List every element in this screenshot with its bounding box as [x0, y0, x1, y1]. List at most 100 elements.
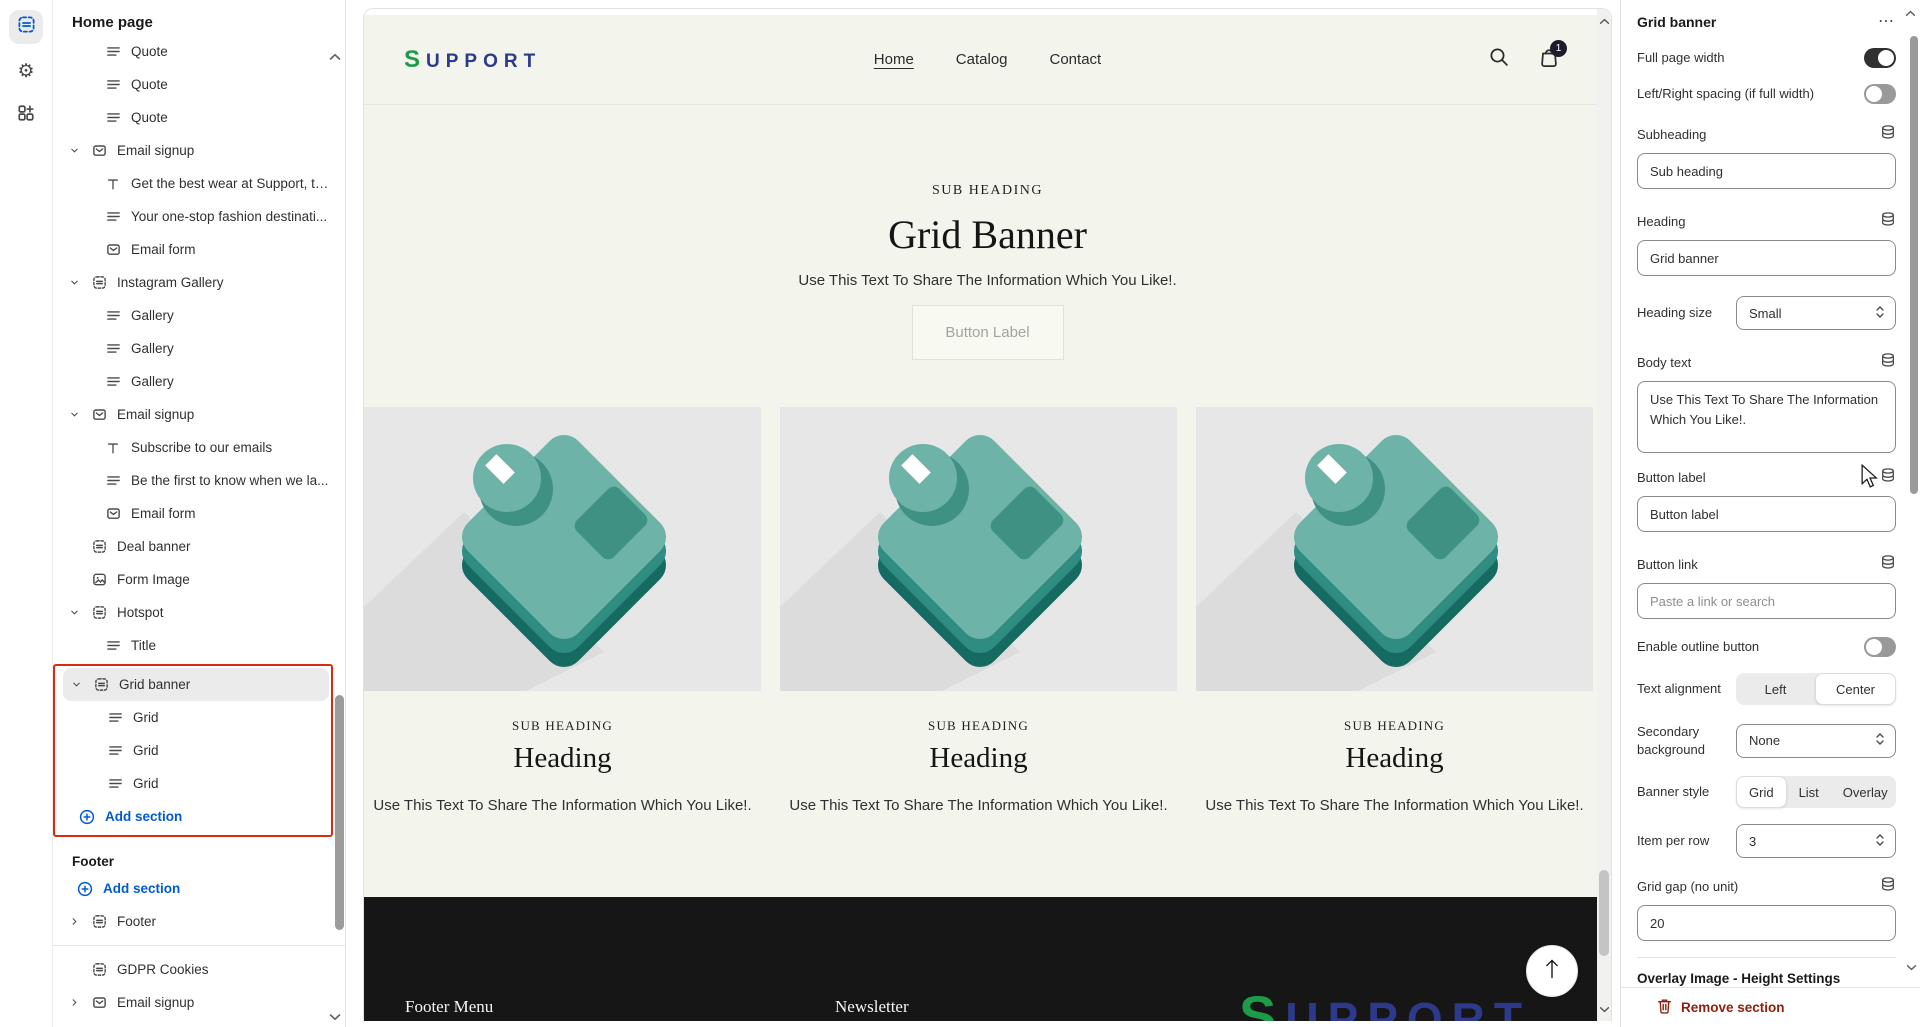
sidebar-item-add-section[interactable]: Add section: [63, 800, 329, 833]
sidebar-item-quote[interactable]: Quote: [61, 68, 331, 101]
sidebar-item-label: Your one-stop fashion destinati...: [131, 209, 327, 224]
subheading-input[interactable]: Sub heading: [1637, 153, 1896, 189]
enable-outline-label: Enable outline button: [1637, 638, 1759, 656]
align-center-option[interactable]: Center: [1815, 673, 1896, 705]
heading-size-label: Heading size: [1637, 304, 1735, 322]
sidebar-item-add-section[interactable]: Add section: [61, 872, 331, 905]
chevron-down-icon[interactable]: [69, 407, 85, 423]
section-settings-panel: Grid banner ⋯ Full page width Left/Right…: [1620, 0, 1920, 1027]
dynamic-source-icon[interactable]: [1880, 211, 1896, 232]
item-per-row-select[interactable]: 3: [1736, 824, 1896, 858]
rail-app-embeds-button[interactable]: [9, 98, 43, 132]
sidebar-item-email-signup[interactable]: Email signup: [61, 134, 331, 167]
full-page-width-toggle[interactable]: [1864, 48, 1896, 68]
banner-style-list-option[interactable]: List: [1787, 776, 1831, 808]
sidebar-item-get-the-best-wear-at-support-th[interactable]: Get the best wear at Support, th...: [61, 167, 331, 200]
sidebar-item-footer[interactable]: Footer: [61, 905, 331, 938]
sidebar-item-label: Grid banner: [119, 677, 190, 692]
app-embeds-icon: [17, 104, 35, 127]
card-placeholder-image[interactable]: [364, 407, 761, 691]
body-text-textarea[interactable]: Use This Text To Share The Information W…: [1637, 381, 1896, 453]
button-label-input[interactable]: Button label: [1637, 496, 1896, 532]
sidebar-item-hotspot[interactable]: Hotspot: [61, 596, 331, 629]
body-text-label: Body text: [1637, 354, 1691, 372]
hero-body-text: Use This Text To Share The Information W…: [364, 272, 1611, 289]
chevron-down-icon[interactable]: [69, 275, 85, 291]
nav-link-contact[interactable]: Contact: [1050, 51, 1102, 68]
button-link-label: Button link: [1637, 556, 1698, 574]
sidebar-item-gallery[interactable]: Gallery: [61, 365, 331, 398]
grid-gap-input[interactable]: 20: [1637, 905, 1896, 941]
section-icon: [91, 914, 107, 930]
chevron-down-icon[interactable]: [71, 677, 87, 693]
remove-section-button[interactable]: Remove section: [1621, 987, 1920, 1027]
banner-style-segmented: Grid List Overlay: [1736, 776, 1896, 808]
mouse-cursor: [1858, 464, 1880, 493]
banner-style-overlay-option[interactable]: Overlay: [1831, 776, 1900, 808]
sidebar-item-instagram-gallery[interactable]: Instagram Gallery: [61, 266, 331, 299]
card-placeholder-image[interactable]: [1196, 407, 1593, 691]
sidebar-scroll-down-icon[interactable]: [329, 1008, 341, 1026]
store-logo[interactable]: SUPPORT: [404, 46, 541, 74]
align-left-option[interactable]: Left: [1736, 673, 1815, 705]
button-link-input[interactable]: Paste a link or search: [1637, 583, 1896, 619]
sidebar-item-email-signup[interactable]: Email signup: [61, 398, 331, 431]
sidebar-item-gdpr-cookies[interactable]: GDPR Cookies: [61, 953, 331, 986]
banner-style-grid-option[interactable]: Grid: [1736, 776, 1787, 808]
sidebar-item-email-form[interactable]: Email form: [61, 233, 331, 266]
preview-scrollbar-thumb[interactable]: [1599, 870, 1609, 956]
ellipsis-menu-icon[interactable]: ⋯: [1878, 17, 1896, 27]
scroll-to-top-button[interactable]: [1526, 945, 1578, 997]
sidebar-item-label: Email signup: [117, 407, 194, 422]
chevron-right-icon[interactable]: [69, 995, 85, 1011]
chevron-down-icon[interactable]: [69, 143, 85, 159]
preview-scrollbar[interactable]: [1597, 9, 1611, 1021]
sidebar-scroll-up-icon[interactable]: [329, 48, 341, 66]
sidebar-item-grid[interactable]: Grid: [63, 701, 329, 734]
secondary-background-select[interactable]: None: [1736, 724, 1896, 758]
full-page-width-label: Full page width: [1637, 49, 1724, 67]
preview-scroll-down-icon[interactable]: [1599, 1000, 1610, 1018]
dynamic-source-icon[interactable]: [1880, 352, 1896, 373]
sidebar-item-grid[interactable]: Grid: [63, 734, 329, 767]
sidebar-item-subscribe-to-our-emails[interactable]: Subscribe to our emails: [61, 431, 331, 464]
sidebar-item-email-signup[interactable]: Email signup: [61, 986, 331, 1019]
sidebar-item-deal-banner[interactable]: Deal banner: [61, 530, 331, 563]
sidebar-scrollbar-thumb[interactable]: [335, 695, 344, 930]
cart-bag-icon[interactable]: 1: [1539, 47, 1559, 72]
dynamic-source-icon[interactable]: [1880, 554, 1896, 575]
stepper-icon: [1874, 305, 1886, 322]
chevron-right-icon[interactable]: [69, 914, 85, 930]
dynamic-source-icon[interactable]: [1880, 467, 1896, 488]
enable-outline-toggle[interactable]: [1864, 637, 1896, 657]
nav-link-home[interactable]: Home: [874, 51, 914, 68]
nav-link-catalog[interactable]: Catalog: [956, 51, 1008, 68]
chevron-down-icon[interactable]: [69, 605, 85, 621]
sidebar-item-gallery[interactable]: Gallery: [61, 299, 331, 332]
overlay-height-settings-header[interactable]: Overlay Image - Height Settings: [1637, 971, 1896, 986]
sidebar-item-grid-banner[interactable]: Grid banner: [63, 668, 329, 701]
preview-scroll-up-icon[interactable]: [1599, 12, 1610, 30]
sidebar-item-quote[interactable]: Quote: [61, 101, 331, 134]
sidebar-item-your-one-stop-fashion-destinati[interactable]: Your one-stop fashion destinati...: [61, 200, 331, 233]
card-placeholder-image[interactable]: [780, 407, 1177, 691]
panel-scroll-up-icon[interactable]: [1905, 4, 1916, 22]
rail-settings-button[interactable]: ⚙: [9, 54, 43, 88]
hero-button[interactable]: Button Label: [912, 305, 1064, 360]
sidebar-item-title[interactable]: Title: [61, 629, 331, 662]
panel-scroll-down-icon[interactable]: [1906, 958, 1917, 976]
sidebar-item-grid[interactable]: Grid: [63, 767, 329, 800]
sidebar-item-gallery[interactable]: Gallery: [61, 332, 331, 365]
heading-input[interactable]: Grid banner: [1637, 240, 1896, 276]
search-icon[interactable]: [1489, 47, 1509, 72]
heading-size-select[interactable]: Small: [1736, 296, 1896, 330]
sidebar-item-form-image[interactable]: Form Image: [61, 563, 331, 596]
sidebar-item-quote[interactable]: Quote: [61, 35, 331, 68]
sidebar-item-email-form[interactable]: Email form: [61, 497, 331, 530]
sidebar-item-be-the-first-to-know-when-we-la[interactable]: Be the first to know when we la...: [61, 464, 331, 497]
rail-sections-button[interactable]: [9, 10, 43, 44]
panel-scrollbar-thumb[interactable]: [1910, 36, 1918, 494]
dynamic-source-icon[interactable]: [1880, 124, 1896, 145]
lr-spacing-toggle[interactable]: [1864, 84, 1896, 104]
dynamic-source-icon[interactable]: [1880, 876, 1896, 897]
